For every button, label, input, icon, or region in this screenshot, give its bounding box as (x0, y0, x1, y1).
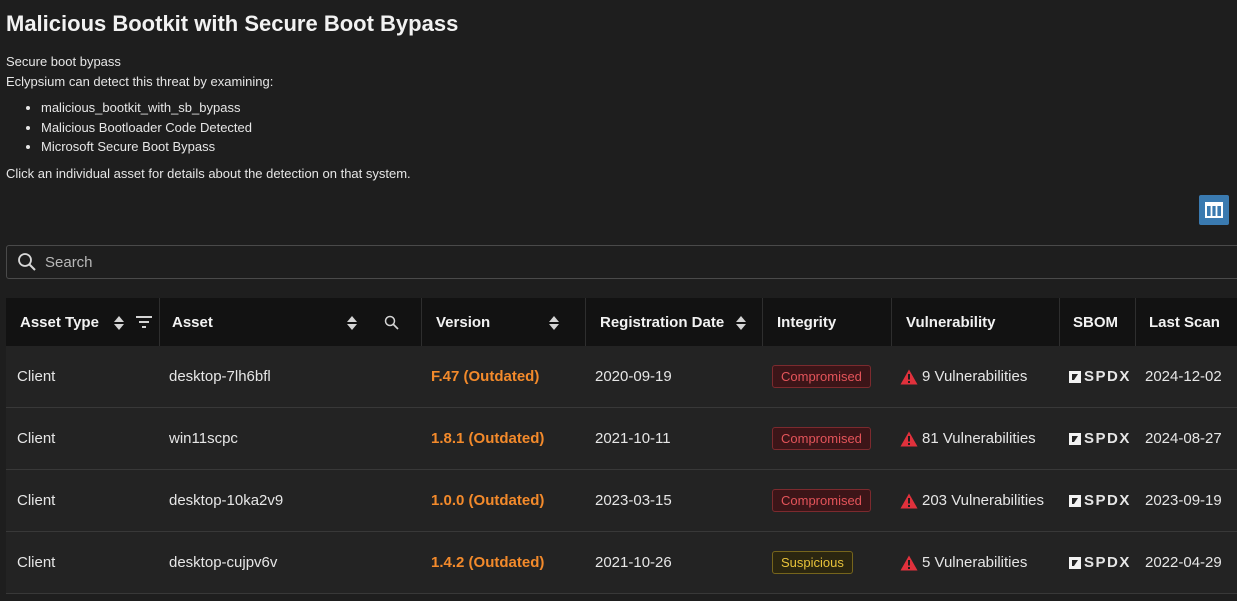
vulnerability-count: 203 Vulnerabilities (922, 492, 1045, 509)
filter-icon[interactable] (136, 316, 152, 328)
table-row[interactable]: Client desktop-10ka2v9 1.0.0 (Outdated) … (6, 470, 1237, 532)
sbom-cell[interactable]: SPDX (1069, 346, 1131, 407)
sbom-cell[interactable]: SPDX (1069, 470, 1131, 531)
column-header-integrity: Integrity (763, 298, 892, 346)
search-icon (18, 253, 36, 271)
sbom-label: SPDX (1084, 492, 1131, 509)
version-cell: F.47 (Outdated) (431, 368, 540, 385)
warning-icon (900, 555, 918, 570)
detection-criterion: Malicious Bootloader Code Detected (41, 118, 252, 138)
detection-criterion: Microsoft Secure Boot Bypass (41, 137, 252, 157)
last-scan-cell: 2022-04-29 (1145, 554, 1222, 571)
last-scan-cell: 2023-09-19 (1145, 492, 1222, 509)
table-row[interactable]: Client desktop-cujpv6v 1.4.2 (Outdated) … (6, 532, 1237, 594)
last-scan-cell: 2024-12-02 (1145, 368, 1222, 385)
vulnerability-cell[interactable]: 9 Vulnerabilities (900, 346, 1027, 407)
column-header-registration-date[interactable]: Registration Date (586, 298, 763, 346)
detection-criterion: malicious_bootkit_with_sb_bypass (41, 98, 252, 118)
sbom-cell[interactable]: SPDX (1069, 408, 1131, 469)
spdx-logo-icon (1069, 556, 1081, 569)
page-title: Malicious Bootkit with Secure Boot Bypas… (6, 11, 459, 36)
intro-text: Eclypsium can detect this threat by exam… (6, 73, 274, 89)
version-cell: 1.0.0 (Outdated) (431, 492, 545, 509)
version-cell: 1.8.1 (Outdated) (431, 430, 545, 447)
registration-date-cell: 2023-03-15 (595, 492, 672, 509)
search-bar[interactable] (6, 245, 1237, 279)
warning-icon (900, 493, 918, 508)
integrity-cell: Suspicious (772, 532, 853, 593)
registration-date-cell: 2020-09-19 (595, 368, 672, 385)
description: Secure boot bypass Eclypsium can detect … (6, 52, 273, 91)
registration-date-cell: 2021-10-26 (595, 554, 672, 571)
assets-table: Asset Type Asset Version Registration Da… (6, 298, 1237, 594)
table-row[interactable]: Client desktop-7lh6bfl F.47 (Outdated) 2… (6, 346, 1237, 408)
column-header-asset-type[interactable]: Asset Type (6, 298, 160, 346)
subtitle: Secure boot bypass (6, 54, 121, 69)
asset-cell[interactable]: win11scpc (169, 408, 238, 469)
column-header-last-scan: Last Scan (1149, 313, 1220, 331)
table-header: Asset Type Asset Version Registration Da… (6, 298, 1237, 346)
asset-type-cell: Client (17, 430, 56, 447)
column-header-version[interactable]: Version (422, 298, 586, 346)
column-header-sbom: SBOM (1060, 298, 1136, 346)
warning-icon (900, 431, 918, 446)
vulnerability-count: 81 Vulnerabilities (922, 430, 1036, 447)
asset-type-cell: Client (17, 554, 56, 571)
integrity-badge: Compromised (772, 489, 871, 512)
integrity-badge: Suspicious (772, 551, 853, 574)
version-cell: 1.4.2 (Outdated) (431, 554, 545, 571)
search-icon[interactable] (384, 315, 399, 330)
spdx-logo-icon (1069, 494, 1081, 507)
asset-type-cell: Client (17, 368, 56, 385)
integrity-badge: Compromised (772, 365, 871, 388)
vulnerability-cell[interactable]: 203 Vulnerabilities (900, 470, 1044, 531)
integrity-cell: Compromised (772, 408, 871, 469)
sort-icon[interactable] (113, 315, 125, 331)
warning-icon (900, 369, 918, 384)
asset-type-cell: Client (17, 492, 56, 509)
hint-text: Click an individual asset for details ab… (6, 166, 411, 181)
asset-cell[interactable]: desktop-cujpv6v (169, 532, 277, 593)
search-input[interactable] (45, 246, 1045, 278)
sort-icon[interactable] (735, 315, 747, 331)
sbom-label: SPDX (1084, 368, 1131, 385)
sort-icon[interactable] (346, 315, 358, 331)
integrity-badge: Compromised (772, 427, 871, 450)
detection-criteria-list: malicious_bootkit_with_sb_bypass Malicio… (22, 98, 252, 157)
last-scan-cell: 2024-08-27 (1145, 430, 1222, 447)
registration-date-cell: 2021-10-11 (595, 430, 671, 447)
integrity-cell: Compromised (772, 470, 871, 531)
sbom-cell[interactable]: SPDX (1069, 532, 1131, 593)
column-header-asset[interactable]: Asset (160, 298, 422, 346)
vulnerability-cell[interactable]: 81 Vulnerabilities (900, 408, 1036, 469)
vulnerability-count: 9 Vulnerabilities (922, 368, 1028, 385)
vulnerability-count: 5 Vulnerabilities (922, 554, 1028, 571)
spdx-logo-icon (1069, 370, 1081, 383)
spdx-logo-icon (1069, 432, 1081, 445)
sbom-label: SPDX (1084, 430, 1131, 447)
column-header-vulnerability: Vulnerability (892, 298, 1060, 346)
columns-icon (1205, 202, 1223, 218)
asset-cell[interactable]: desktop-10ka2v9 (169, 470, 283, 531)
sbom-label: SPDX (1084, 554, 1131, 571)
integrity-cell: Compromised (772, 346, 871, 407)
sort-icon[interactable] (548, 315, 560, 331)
columns-button[interactable] (1199, 195, 1229, 225)
asset-cell[interactable]: desktop-7lh6bfl (169, 346, 271, 407)
table-row[interactable]: Client win11scpc 1.8.1 (Outdated) 2021-1… (6, 408, 1237, 470)
vulnerability-cell[interactable]: 5 Vulnerabilities (900, 532, 1027, 593)
